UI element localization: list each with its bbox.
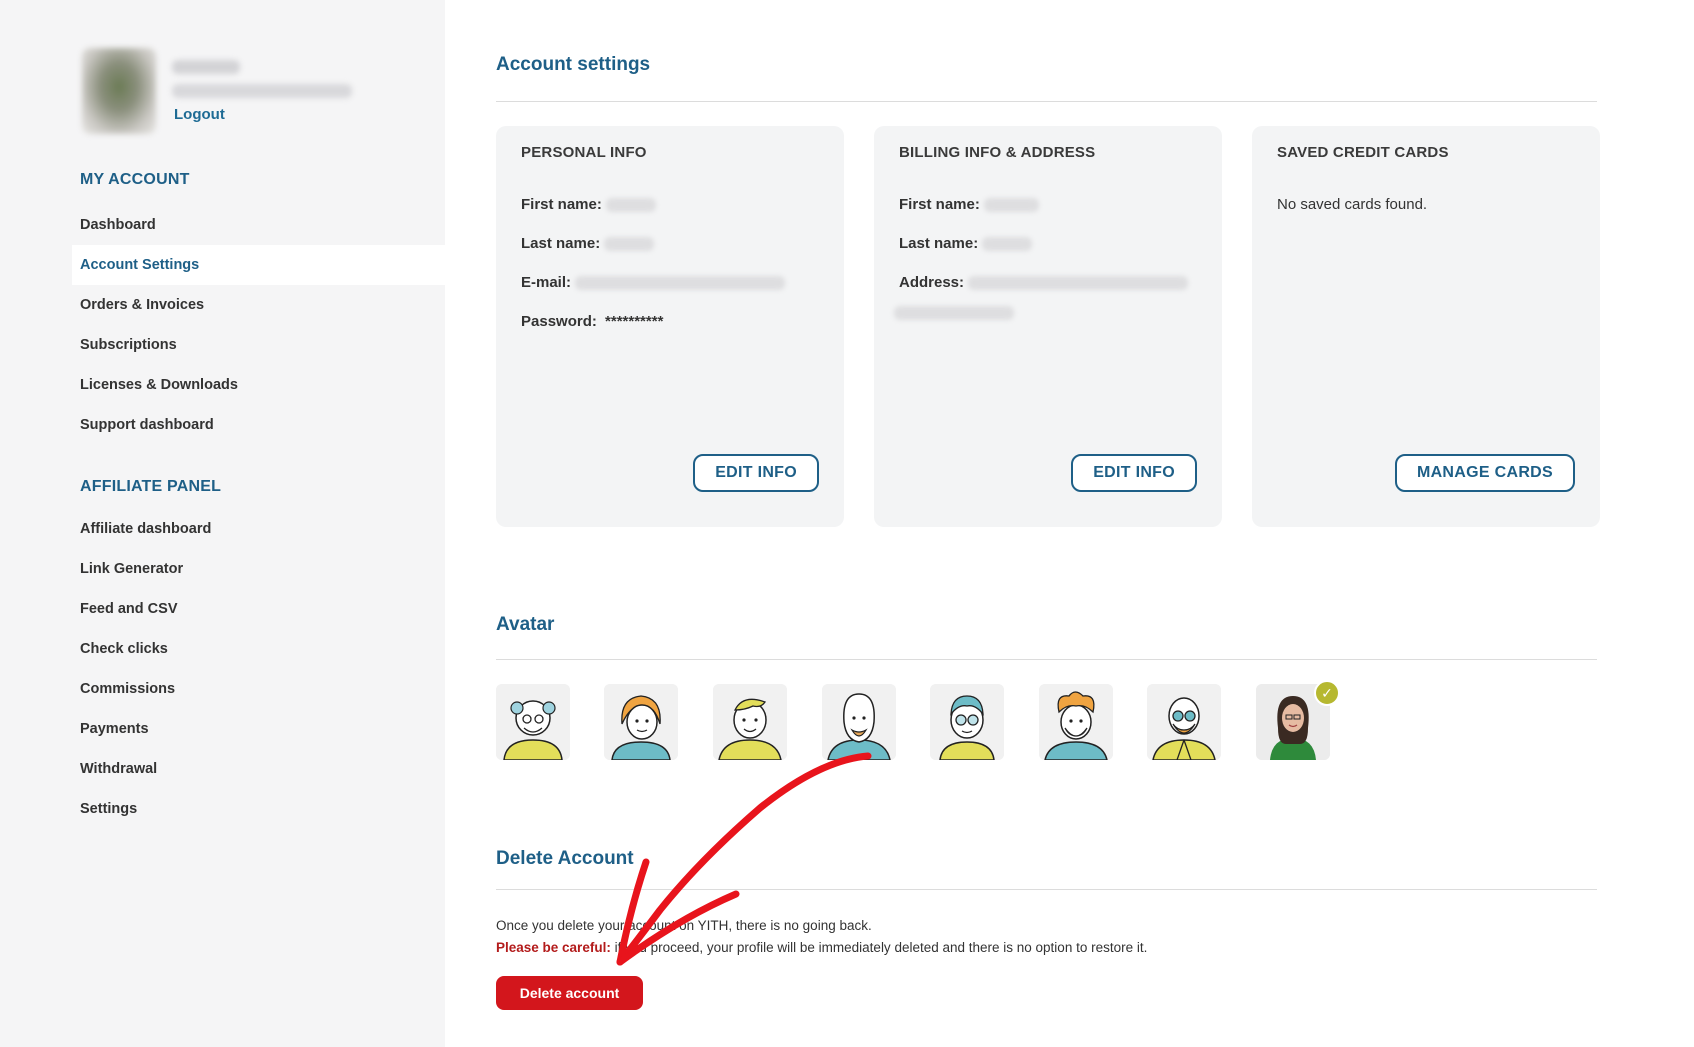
sidebar-item-account-settings[interactable]: Account Settings xyxy=(72,245,445,285)
password-label: Password: xyxy=(521,313,597,330)
logout-link[interactable]: Logout xyxy=(174,106,225,123)
first-name-row: First name: xyxy=(521,196,657,213)
address-second-line xyxy=(894,304,1014,322)
manage-cards-button[interactable]: MANAGE CARDS xyxy=(1394,454,1575,492)
sidebar-item-withdrawal[interactable]: Withdrawal xyxy=(72,749,445,789)
affiliate-panel-title: AFFILIATE PANEL xyxy=(80,478,222,495)
billing-first-name-label: First name: xyxy=(899,196,980,213)
billing-first-name-row: First name: xyxy=(899,196,1040,213)
redacted-value xyxy=(575,276,786,291)
redacted-email xyxy=(172,84,352,98)
last-name-row: Last name: xyxy=(521,235,655,252)
last-name-label: Last name: xyxy=(521,235,601,252)
email-label: E-mail: xyxy=(521,274,572,291)
sidebar-item-subscriptions[interactable]: Subscriptions xyxy=(72,325,445,365)
redacted-value xyxy=(982,237,1033,252)
divider xyxy=(496,889,1597,890)
personal-info-card: PERSONAL INFO First name: Last name: E-m… xyxy=(496,126,844,527)
billing-address-row: Address: xyxy=(899,274,1189,291)
avatar-bald-beard-icon[interactable] xyxy=(822,684,896,760)
password-value: ********** xyxy=(605,313,664,330)
delete-description: Once you delete your account on YITH, th… xyxy=(496,918,872,933)
billing-address-label: Address: xyxy=(899,274,965,291)
delete-section-title: Delete Account xyxy=(496,848,634,869)
password-row: Password: ********** xyxy=(521,313,663,330)
my-account-title: MY ACCOUNT xyxy=(80,171,190,188)
profile-avatar xyxy=(82,48,156,134)
profile-block: Logout xyxy=(82,48,422,138)
avatar-bald-glasses-man-icon[interactable] xyxy=(1147,684,1221,760)
redacted-username xyxy=(172,60,240,74)
redacted-value xyxy=(604,237,655,252)
divider xyxy=(496,101,1597,102)
sidebar-item-commissions[interactable]: Commissions xyxy=(72,669,445,709)
no-cards-text: No saved cards found. xyxy=(1277,196,1428,213)
avatar-woman-orange-hair-icon[interactable] xyxy=(604,684,678,760)
sidebar-item-support-dashboard[interactable]: Support dashboard xyxy=(72,405,445,445)
sidebar-item-check-clicks[interactable]: Check clicks xyxy=(72,629,445,669)
sidebar-item-orders-invoices[interactable]: Orders & Invoices xyxy=(72,285,445,325)
first-name-label: First name: xyxy=(521,196,602,213)
saved-cards-card: SAVED CREDIT CARDS No saved cards found.… xyxy=(1252,126,1600,527)
redacted-value xyxy=(606,198,657,213)
billing-last-name-row: Last name: xyxy=(899,235,1033,252)
redacted-value xyxy=(984,198,1040,213)
billing-last-name-label: Last name: xyxy=(899,235,979,252)
divider xyxy=(496,659,1597,660)
warning-text: if you proceed, your profile will be imm… xyxy=(610,940,1148,955)
redacted-value xyxy=(894,305,1014,320)
edit-personal-info-button[interactable]: EDIT INFO xyxy=(693,454,819,492)
sidebar: Logout MY ACCOUNT Dashboard Account Setti… xyxy=(0,0,445,1047)
personal-info-title: PERSONAL INFO xyxy=(521,144,647,161)
sidebar-item-settings[interactable]: Settings xyxy=(72,789,445,829)
warning-label: Please be careful: xyxy=(496,940,611,955)
sidebar-item-payments[interactable]: Payments xyxy=(72,709,445,749)
delete-warning: Please be careful: if you proceed, your … xyxy=(496,940,1147,955)
redacted-value xyxy=(968,276,1189,291)
avatar-curly-hair-man-icon[interactable] xyxy=(1039,684,1113,760)
avatar-glasses-woman-icon[interactable] xyxy=(930,684,1004,760)
saved-cards-title: SAVED CREDIT CARDS xyxy=(1277,144,1449,161)
email-row: E-mail: xyxy=(521,274,786,291)
edit-billing-info-button[interactable]: EDIT INFO xyxy=(1071,454,1197,492)
billing-info-title: BILLING INFO & ADDRESS xyxy=(899,144,1096,161)
sidebar-item-link-generator[interactable]: Link Generator xyxy=(72,549,445,589)
sidebar-item-feed-and-csv[interactable]: Feed and CSV xyxy=(72,589,445,629)
sidebar-item-affiliate-dashboard[interactable]: Affiliate dashboard xyxy=(72,509,445,549)
delete-account-button[interactable]: Delete account xyxy=(496,976,643,1010)
sidebar-item-dashboard[interactable]: Dashboard xyxy=(72,205,445,245)
page-title: Account settings xyxy=(496,54,651,75)
selected-check-icon: ✓ xyxy=(1314,680,1340,706)
sidebar-item-licenses-downloads[interactable]: Licenses & Downloads xyxy=(72,365,445,405)
billing-info-card: BILLING INFO & ADDRESS First name: Last … xyxy=(874,126,1222,527)
avatar-old-man-icon[interactable] xyxy=(496,684,570,760)
avatar-section-title: Avatar xyxy=(496,614,555,635)
avatar-young-man-icon[interactable] xyxy=(713,684,787,760)
